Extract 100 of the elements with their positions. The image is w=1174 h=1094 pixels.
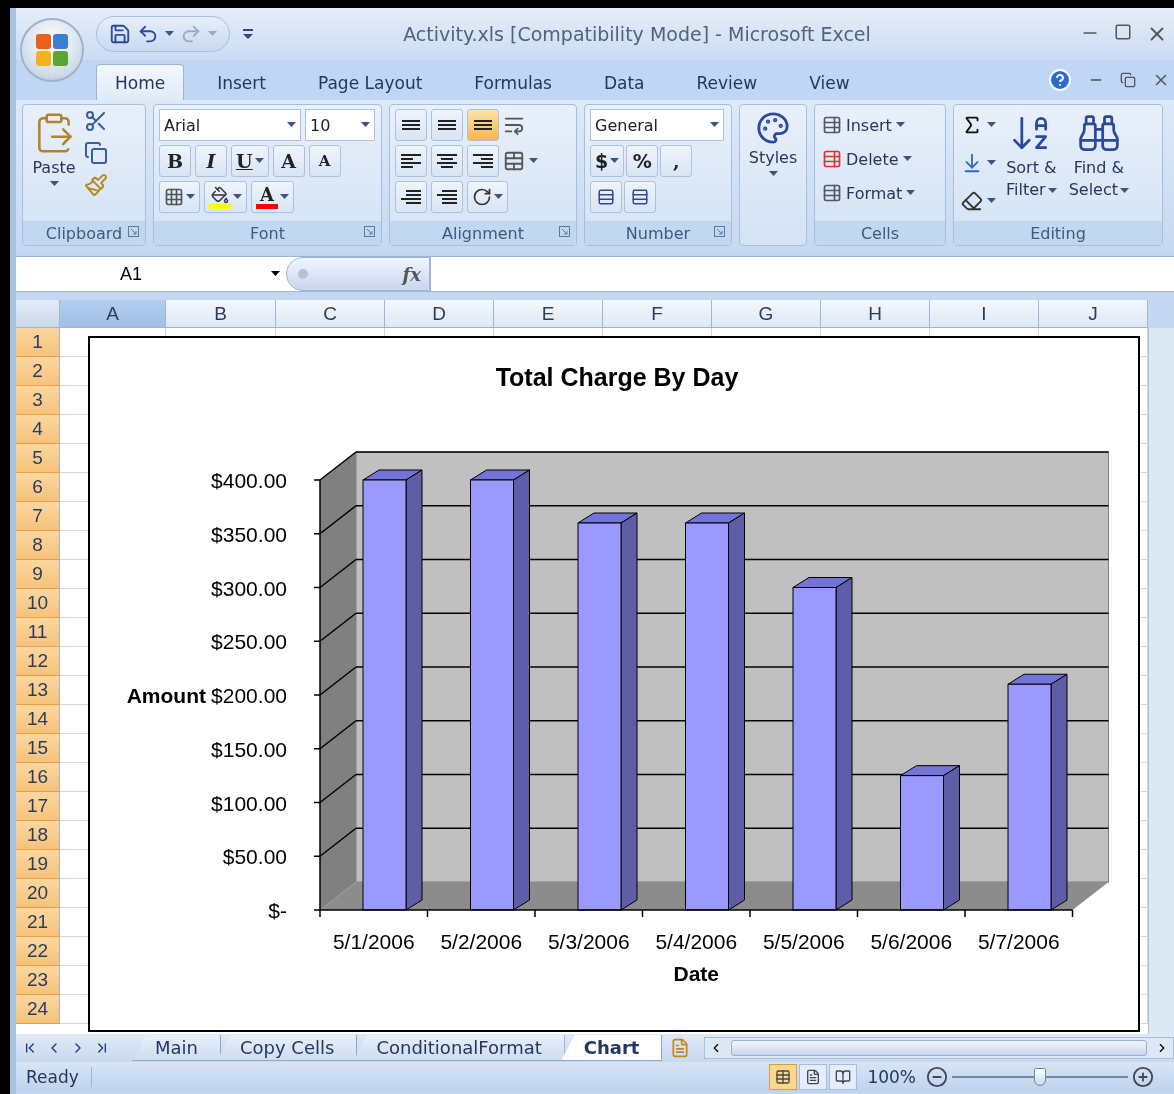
- grow-font-button[interactable]: A: [272, 145, 305, 177]
- ribbon-tab[interactable]: Home: [96, 64, 185, 100]
- save-icon[interactable]: [109, 23, 131, 45]
- ribbon-tab[interactable]: Formulas: [455, 64, 571, 100]
- insert-function-button[interactable]: fx: [402, 263, 421, 285]
- copy-icon[interactable]: [84, 141, 108, 165]
- row-header[interactable]: 7: [16, 502, 60, 531]
- column-header[interactable]: F: [603, 300, 712, 328]
- row-header[interactable]: 16: [16, 763, 60, 792]
- dialog-launcher-icon[interactable]: [128, 226, 139, 237]
- orientation-button[interactable]: [467, 181, 508, 213]
- column-header[interactable]: D: [385, 300, 494, 328]
- align-right-button[interactable]: [467, 145, 499, 177]
- column-header[interactable]: A: [60, 300, 166, 328]
- row-header[interactable]: 17: [16, 792, 60, 821]
- ribbon-tab[interactable]: View: [790, 64, 869, 100]
- vertical-scrollbar[interactable]: [1148, 328, 1174, 1034]
- row-header[interactable]: 6: [16, 473, 60, 502]
- underline-button[interactable]: U: [231, 145, 269, 177]
- row-header[interactable]: 24: [16, 995, 60, 1024]
- help-icon[interactable]: [1048, 68, 1072, 92]
- fill-color-button[interactable]: [204, 181, 247, 213]
- align-button[interactable]: [395, 109, 427, 141]
- increase-decimal-button[interactable]: [590, 181, 622, 213]
- column-header[interactable]: B: [166, 300, 276, 328]
- align-button[interactable]: [431, 109, 463, 141]
- row-header[interactable]: 9: [16, 560, 60, 589]
- cells-button[interactable]: Delete: [820, 143, 918, 175]
- currency-button[interactable]: $: [590, 145, 625, 177]
- row-header[interactable]: 5: [16, 444, 60, 473]
- font-size-field[interactable]: 10: [305, 109, 375, 141]
- column-header[interactable]: G: [712, 300, 821, 328]
- ribbon-tab[interactable]: Page Layout: [298, 64, 442, 100]
- cells-button[interactable]: Format: [820, 177, 918, 209]
- row-header[interactable]: 20: [16, 879, 60, 908]
- decrease-indent-button[interactable]: [395, 181, 427, 213]
- font-color-button[interactable]: A: [251, 181, 294, 213]
- restore-icon[interactable]: [1120, 72, 1136, 88]
- ribbon-tab[interactable]: Data: [584, 64, 664, 100]
- row-header[interactable]: 8: [16, 531, 60, 560]
- sheet-tab[interactable]: Main: [132, 1035, 221, 1061]
- find-select-button[interactable]: Find & Select: [1064, 109, 1133, 217]
- sort-filter-button[interactable]: Sort & Filter: [1002, 109, 1061, 217]
- zoom-in-icon[interactable]: [1132, 1066, 1154, 1088]
- slider-thumb[interactable]: [1034, 1068, 1046, 1086]
- align-left-button[interactable]: [395, 145, 427, 177]
- maximize-icon[interactable]: [1114, 23, 1132, 41]
- customize-toolbar-icon[interactable]: [242, 27, 254, 41]
- row-header[interactable]: 10: [16, 589, 60, 618]
- percent-button[interactable]: %: [626, 145, 659, 177]
- row-header[interactable]: 22: [16, 937, 60, 966]
- view-button[interactable]: [769, 1064, 798, 1090]
- align-button[interactable]: [467, 109, 499, 141]
- row-header[interactable]: 15: [16, 734, 60, 763]
- row-header[interactable]: 12: [16, 647, 60, 676]
- sheet-tab[interactable]: ConditionalFormat: [353, 1035, 565, 1061]
- zoom-out-icon[interactable]: [926, 1066, 948, 1088]
- dialog-launcher-icon[interactable]: [714, 226, 725, 237]
- paste-button[interactable]: Paste: [28, 109, 80, 217]
- horizontal-scrollbar[interactable]: [704, 1037, 1174, 1059]
- column-header[interactable]: C: [276, 300, 385, 328]
- dialog-launcher-icon[interactable]: [364, 226, 375, 237]
- ribbon-tab[interactable]: Review: [677, 64, 777, 100]
- row-header[interactable]: 14: [16, 705, 60, 734]
- number-format-field[interactable]: General: [590, 109, 724, 141]
- column-header[interactable]: I: [930, 300, 1039, 328]
- row-header[interactable]: 21: [16, 908, 60, 937]
- align-center-button[interactable]: [431, 145, 463, 177]
- sheet-tab[interactable]: Chart: [560, 1035, 663, 1061]
- row-header[interactable]: 4: [16, 415, 60, 444]
- row-header[interactable]: 19: [16, 850, 60, 879]
- dialog-launcher-icon[interactable]: [559, 226, 570, 237]
- italic-button[interactable]: I: [195, 145, 227, 177]
- row-header[interactable]: 3: [16, 386, 60, 415]
- row-header[interactable]: 13: [16, 676, 60, 705]
- view-button[interactable]: [799, 1064, 828, 1090]
- row-header[interactable]: 2: [16, 357, 60, 386]
- column-header[interactable]: J: [1039, 300, 1148, 328]
- shrink-font-button[interactable]: A: [308, 145, 341, 177]
- paintbrush-icon[interactable]: [84, 173, 108, 197]
- undo-icon[interactable]: [137, 23, 159, 45]
- cells-button[interactable]: Insert: [820, 109, 918, 141]
- name-box[interactable]: A1: [16, 257, 286, 291]
- row-header[interactable]: 1: [16, 328, 60, 357]
- font-name-field[interactable]: Arial: [159, 109, 301, 141]
- row-header[interactable]: 11: [16, 618, 60, 647]
- decrease-decimal-button[interactable]: [624, 181, 656, 213]
- increase-indent-button[interactable]: [431, 181, 463, 213]
- view-button[interactable]: [829, 1064, 858, 1090]
- row-header[interactable]: 18: [16, 821, 60, 850]
- sheet-tab[interactable]: Copy Cells: [217, 1035, 358, 1061]
- ribbon-tab[interactable]: Insert: [198, 64, 285, 100]
- scroll-thumb[interactable]: [731, 1040, 1147, 1056]
- column-header[interactable]: H: [821, 300, 930, 328]
- column-header[interactable]: E: [494, 300, 603, 328]
- bold-button[interactable]: B: [159, 145, 191, 177]
- row-header[interactable]: 23: [16, 966, 60, 995]
- borders-button[interactable]: [159, 181, 200, 213]
- scissors-icon[interactable]: [84, 109, 108, 133]
- comma-button[interactable]: ,: [660, 145, 693, 177]
